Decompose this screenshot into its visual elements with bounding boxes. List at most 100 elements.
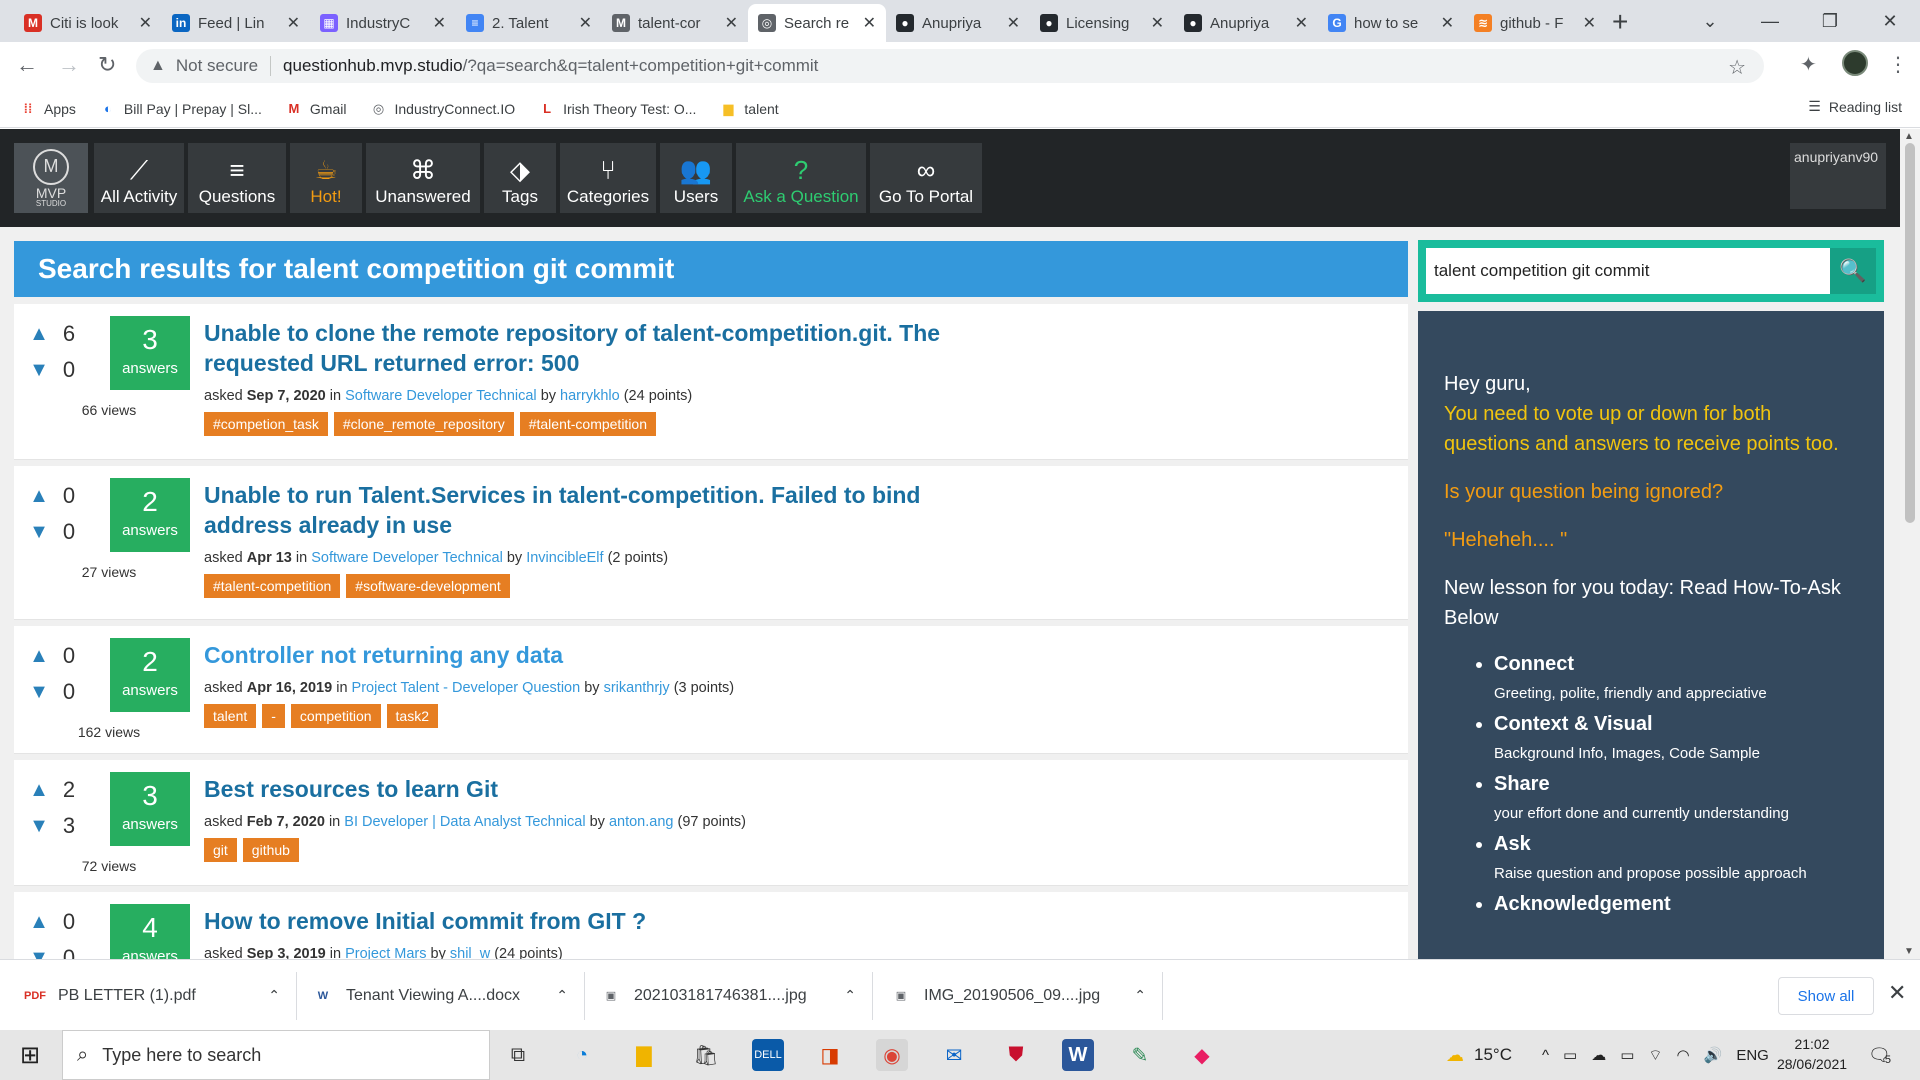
new-tab-button[interactable]: + [1612,6,1628,38]
close-tab-icon[interactable]: ✕ [1151,13,1164,33]
tray-expand-icon[interactable]: ^ [1542,1047,1549,1064]
nav-infinity[interactable]: ∞ Go To Portal [870,143,982,213]
nav-unanswered[interactable]: ⌘ Unanswered [366,143,480,213]
browser-tab[interactable]: M Citi is look ✕ [14,4,162,42]
close-tab-icon[interactable]: ✕ [1295,13,1308,33]
close-window-button[interactable]: ✕ [1860,11,1920,32]
upvote-icon[interactable]: ▲ [24,323,54,346]
nav-activity[interactable]: ⟋ All Activity [94,143,184,213]
browser-tab[interactable]: ● Anupriya ✕ [886,4,1030,42]
restore-button[interactable]: ❐ [1800,11,1860,32]
nav-questions[interactable]: ≡ Questions [188,143,286,213]
nav-question[interactable]: ? Ask a Question [736,143,866,213]
chrome-icon[interactable]: ◉ [876,1039,908,1071]
mail-icon[interactable]: ✉ [938,1039,970,1071]
browser-tab[interactable]: ▦ IndustryC ✕ [310,4,456,42]
upvote-icon[interactable]: ▲ [24,645,54,668]
downvote-icon[interactable]: ▼ [24,947,54,960]
chevron-up-icon[interactable]: ⌃ [556,987,568,1004]
download-item[interactable]: W Tenant Viewing A....docx ⌃ [314,960,584,1031]
browser-tab[interactable]: in Feed | Lin ✕ [162,4,310,42]
tab-search-icon[interactable]: ⌄ [1680,11,1740,32]
reading-list-button[interactable]: ☰ Reading list [1808,98,1902,115]
wifi-icon[interactable]: ◠ [1677,1046,1690,1064]
back-button[interactable]: ← [16,52,38,78]
warning-icon[interactable]: ▲ [150,57,166,75]
downvote-icon[interactable]: ▼ [24,521,54,544]
username[interactable]: anupriyanv90 [1794,149,1878,165]
chevron-up-icon[interactable]: ⌃ [844,987,856,1004]
close-tab-icon[interactable]: ✕ [139,13,152,33]
mcafee-icon[interactable]: ⛊ [1000,1039,1032,1071]
nav-categories[interactable]: ⑂ Categories [560,143,656,213]
download-item[interactable]: ▣ 202103181746381....jpg ⌃ [602,960,872,1031]
meta-user-link[interactable]: InvincibleElf [526,550,603,566]
reload-button[interactable]: ↻ [98,52,116,78]
security-label[interactable]: Not secure [176,56,258,76]
scrollbar-thumb[interactable] [1905,143,1915,523]
menu-icon[interactable]: ⋮ [1888,52,1908,77]
browser-tab[interactable]: ≋ github - F ✕ [1464,4,1606,42]
meet-now-icon[interactable]: ▭ [1563,1046,1577,1064]
nav-tag[interactable]: ⬗ Tags [484,143,556,213]
bookmark-item[interactable]: ▆ talent [720,101,778,117]
meta-category-link[interactable]: Software Developer Technical [345,388,537,404]
close-tab-icon[interactable]: ✕ [579,13,592,33]
tag[interactable]: talent [204,704,257,728]
search-input[interactable] [1426,248,1830,294]
bookmark-item[interactable]: M Gmail [286,101,347,117]
onedrive-icon[interactable]: ☁ [1591,1046,1606,1064]
file-explorer-icon[interactable]: ▇ [628,1039,660,1071]
meta-category-link[interactable]: Software Developer Technical [311,550,503,566]
question-title[interactable]: Unable to run Talent.Services in talent-… [204,480,944,540]
forward-button[interactable]: → [58,52,80,78]
volume-icon[interactable]: 🔊 [1704,1046,1723,1064]
store-icon[interactable]: 🛍 [690,1039,722,1071]
tag[interactable]: #competion_task [204,412,328,436]
taskbar-search-box[interactable]: ⌕ Type here to search [62,1030,490,1080]
scroll-down-icon[interactable]: ▼ [1904,946,1914,957]
download-item[interactable]: ▣ IMG_20190506_09....jpg ⌃ [892,960,1162,1031]
windows-start-icon[interactable]: ⊞ [14,1039,46,1071]
tag[interactable]: #software-development [346,574,510,598]
tag[interactable]: github [242,838,299,862]
tag[interactable]: #talent-competition [519,412,657,436]
battery-icon[interactable]: ▭ [1620,1046,1634,1064]
weather-widget[interactable]: ☁ 15°C [1446,1030,1512,1080]
task-view-icon[interactable]: ⧉ [502,1039,534,1071]
meta-user-link[interactable]: harrykhlo [560,388,620,404]
tag[interactable]: git [204,838,237,862]
close-tab-icon[interactable]: ✕ [1441,13,1454,33]
user-account[interactable]: anupriyanv90 [1790,143,1886,209]
nav-coffee[interactable]: ☕ Hot! [290,143,362,213]
meta-category-link[interactable]: Project Talent - Developer Question [352,680,581,696]
browser-tab[interactable]: ◎ Search re ✕ [748,4,886,42]
taskbar-clock[interactable]: 21:02 28/06/2021 [1762,1034,1862,1074]
snip-icon[interactable]: ◆ [1186,1039,1218,1071]
tag[interactable]: competition [290,704,381,728]
close-tab-icon[interactable]: ✕ [1007,13,1020,33]
meta-category-link[interactable]: BI Developer | Data Analyst Technical [344,814,585,830]
nav-users[interactable]: 👥 Users [660,143,732,213]
browser-tab[interactable]: Mtalent-cor ✕ [602,4,748,42]
show-all-downloads-button[interactable]: Show all [1778,977,1874,1015]
tag[interactable]: #talent-competition [204,574,341,598]
downvote-icon[interactable]: ▼ [24,815,54,838]
meta-user-link[interactable]: srikanthrjy [604,680,670,696]
chevron-up-icon[interactable]: ⌃ [268,987,280,1004]
browser-tab[interactable]: ● Anupriya ✕ [1174,4,1318,42]
meta-user-link[interactable]: shil_w [450,946,490,959]
bookmark-item[interactable]: ◐ Bill Pay | Prepay | Sl... [100,101,262,117]
network-icon[interactable]: ⌔ [1648,1046,1662,1065]
scroll-up-icon[interactable]: ▲ [1904,131,1914,142]
search-button[interactable]: 🔍 [1830,248,1876,294]
close-tab-icon[interactable]: ✕ [287,13,300,33]
download-item[interactable]: PDF PB LETTER (1).pdf ⌃ [24,960,296,1031]
close-tab-icon[interactable]: ✕ [863,13,876,33]
bookmark-item[interactable]: ◎ IndustryConnect.IO [370,101,515,117]
profile-avatar[interactable] [1842,50,1868,76]
browser-tab[interactable]: Ghow to se ✕ [1318,4,1464,42]
browser-tab[interactable]: ≡ 2. Talent ✕ [456,4,602,42]
close-tab-icon[interactable]: ✕ [725,13,738,33]
browser-tab[interactable]: ● Licensing ✕ [1030,4,1174,42]
